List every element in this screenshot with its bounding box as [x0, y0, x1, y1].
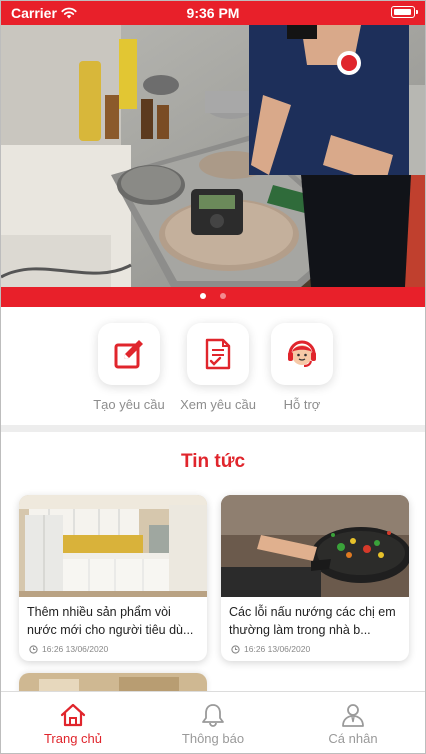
bell-icon	[202, 704, 224, 727]
bottom-navigation: Trang chủ Thông báo Cá nhân	[1, 691, 425, 753]
nav-notifications-label: Thông báo	[181, 731, 245, 746]
action-icon-box	[271, 323, 333, 385]
news-card[interactable]: Các lỗi nấu nướng các chị em thường làm …	[221, 495, 409, 661]
support-agent-icon	[288, 340, 316, 367]
banner-carousel[interactable]	[1, 25, 425, 287]
app-screen: Carrier 9:36 PM Tạo yêu cầu Xem yêu cầu …	[0, 0, 426, 754]
support-label: Hỗ trợ	[283, 397, 321, 412]
news-section-title: Tin tức	[180, 451, 246, 472]
edit-icon	[114, 340, 143, 369]
view-requests-label: Xem yêu cầu	[180, 397, 256, 412]
news-card-time: 16:26 13/06/2020	[42, 644, 109, 654]
nav-notifications[interactable]: Thông báo	[158, 702, 268, 746]
news-thumbnail-cooking	[221, 495, 409, 597]
quick-actions: Tạo yêu cầu Xem yêu cầu Hỗ trợ	[1, 307, 425, 425]
section-divider	[1, 425, 425, 432]
clock-icon	[29, 644, 38, 654]
status-bar: Carrier 9:36 PM	[1, 1, 425, 25]
action-icon-box	[187, 323, 249, 385]
status-time: 9:36 PM	[186, 5, 240, 21]
document-check-icon	[205, 338, 231, 370]
nav-profile-label: Cá nhân	[328, 731, 378, 746]
carousel-dot-active[interactable]	[200, 293, 206, 299]
news-card[interactable]: Thêm nhiều sản phẩm vòi nước mới cho ngư…	[19, 495, 207, 661]
banner-image	[1, 25, 425, 287]
create-request-label: Tạo yêu cầu	[93, 397, 165, 412]
news-thumbnail-kitchen	[19, 495, 207, 597]
carousel-dot[interactable]	[220, 293, 226, 299]
news-card-title: Thêm nhiều sản phẩm vòi nước mới cho ngư…	[27, 605, 194, 637]
banner-pagination	[1, 287, 425, 307]
home-icon	[60, 703, 86, 727]
battery-icon	[391, 6, 418, 18]
news-card-meta: 16:26 13/06/2020	[29, 644, 108, 654]
news-card-meta: 16:26 13/06/2020	[231, 644, 310, 654]
view-requests-button[interactable]: Xem yêu cầu	[170, 323, 266, 412]
support-button[interactable]: Hỗ trợ	[254, 323, 350, 412]
nav-home[interactable]: Trang chủ	[18, 702, 128, 746]
nav-home-label: Trang chủ	[43, 731, 103, 746]
person-icon	[342, 704, 364, 727]
action-icon-box	[98, 323, 160, 385]
create-request-button[interactable]: Tạo yêu cầu	[81, 323, 177, 412]
news-card-time: 16:26 13/06/2020	[244, 644, 311, 654]
news-card-title: Các lỗi nấu nướng các chị em thường làm …	[229, 605, 396, 637]
nav-profile[interactable]: Cá nhân	[298, 702, 408, 746]
clock-icon	[231, 644, 240, 654]
